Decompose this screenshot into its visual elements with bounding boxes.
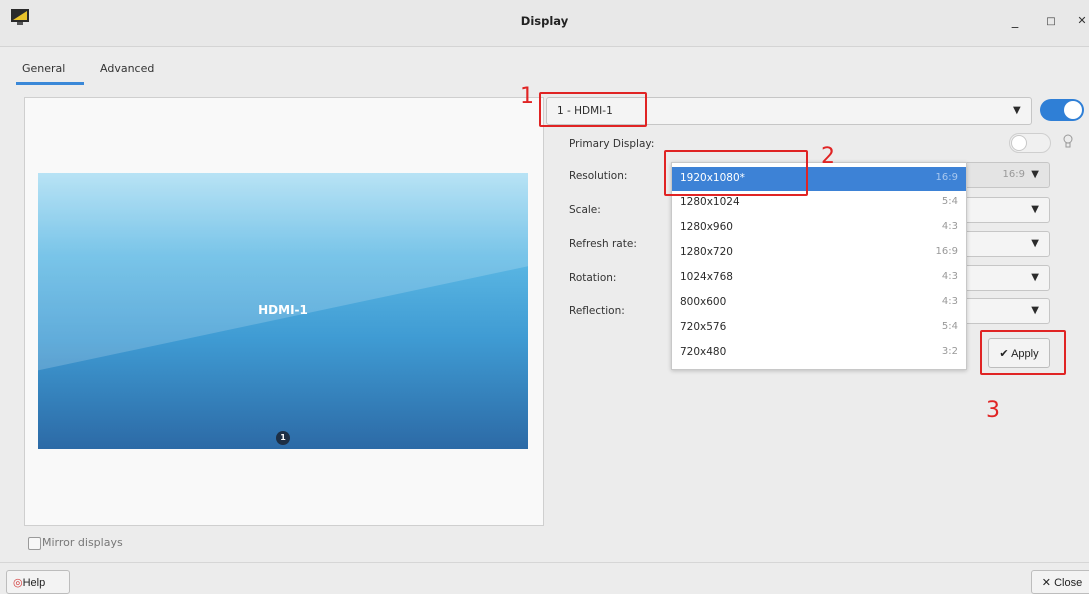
annotation-box-1 (539, 92, 647, 127)
chevron-down-icon: ▼ (1031, 204, 1039, 215)
annotation-box-2 (664, 150, 808, 196)
monitor-label: HDMI-1 (258, 303, 308, 317)
annotation-number-2: 2 (821, 144, 835, 169)
primary-display-label: Primary Display: (569, 138, 655, 150)
reflection-select[interactable]: ▼ (964, 298, 1050, 324)
rotation-label: Rotation: (569, 272, 617, 284)
reflection-label: Reflection: (569, 305, 625, 317)
lifebuoy-icon: ◎ (13, 576, 23, 589)
resolution-label: Resolution: (569, 170, 628, 182)
close-button[interactable]: ✕ Close (1031, 570, 1089, 594)
window-title: Display (520, 14, 569, 28)
option-resolution: 720x480 (680, 346, 727, 358)
chevron-down-icon: ▼ (1031, 169, 1039, 180)
resolution-option[interactable]: 1280x720 16:9 (672, 241, 966, 265)
tab-advanced[interactable]: Advanced (100, 62, 154, 75)
scale-label: Scale: (569, 204, 601, 216)
maximize-button[interactable]: □ (1041, 16, 1061, 27)
chevron-down-icon: ▼ (1031, 305, 1039, 316)
tab-bar (0, 46, 1089, 86)
resolution-option[interactable]: 1280x960 4:3 (672, 216, 966, 240)
scale-select[interactable]: ▼ (964, 197, 1050, 223)
chevron-down-icon: ▼ (1013, 105, 1021, 116)
option-resolution: 1024x768 (680, 271, 733, 283)
annotation-number-3: 3 (986, 398, 1000, 423)
option-ratio: 4:3 (941, 271, 958, 282)
resolution-option[interactable]: 720x576 5:4 (672, 316, 966, 340)
annotation-box-3 (980, 330, 1066, 375)
option-ratio: 16:9 (935, 246, 958, 257)
monitor-preview[interactable]: HDMI-1 1 (38, 173, 528, 449)
option-ratio: 16:9 (935, 172, 958, 183)
option-resolution: 800x600 (680, 296, 727, 308)
lightbulb-icon (1063, 134, 1073, 148)
active-tab-indicator (16, 82, 84, 85)
monitor-number-badge: 1 (276, 431, 290, 445)
tab-general[interactable]: General (22, 62, 65, 75)
chevron-down-icon: ▼ (1031, 238, 1039, 249)
annotation-number-1: 1 (520, 84, 534, 109)
option-resolution: 720x576 (680, 321, 727, 333)
option-ratio: 5:4 (941, 196, 958, 207)
resolution-option[interactable]: 720x480 3:2 (672, 341, 966, 365)
resolution-select[interactable]: 16:9 ▼ (964, 162, 1050, 188)
resolution-option[interactable]: 800x600 4:3 (672, 291, 966, 315)
option-resolution: 1280x720 (680, 246, 733, 258)
rotation-select[interactable]: ▼ (964, 265, 1050, 291)
option-ratio: 4:3 (941, 296, 958, 307)
option-ratio: 5:4 (941, 321, 958, 332)
bottom-separator (0, 562, 1089, 563)
chevron-down-icon: ▼ (1031, 272, 1039, 283)
primary-display-toggle[interactable] (1009, 133, 1051, 153)
option-ratio: 4:3 (941, 221, 958, 232)
display-enabled-toggle[interactable] (1040, 99, 1084, 121)
minimize-button[interactable]: _ (1005, 14, 1025, 29)
monitor-sheen (38, 173, 528, 379)
option-resolution: 1280x960 (680, 221, 733, 233)
help-button[interactable]: ◎Help (6, 570, 70, 594)
option-resolution: 1280x1024 (680, 196, 740, 208)
mirror-displays-label: Mirror displays (42, 536, 123, 549)
option-ratio: 3:2 (941, 346, 958, 357)
resolution-ratio: 16:9 (1002, 169, 1025, 180)
mirror-displays-checkbox[interactable] (28, 537, 41, 550)
help-button-label: Help (22, 576, 46, 589)
resolution-option[interactable]: 1024x768 4:3 (672, 266, 966, 290)
refresh-rate-select[interactable]: ▼ (964, 231, 1050, 257)
refresh-rate-label: Refresh rate: (569, 238, 637, 250)
close-window-button[interactable]: ✕ (1072, 14, 1089, 27)
